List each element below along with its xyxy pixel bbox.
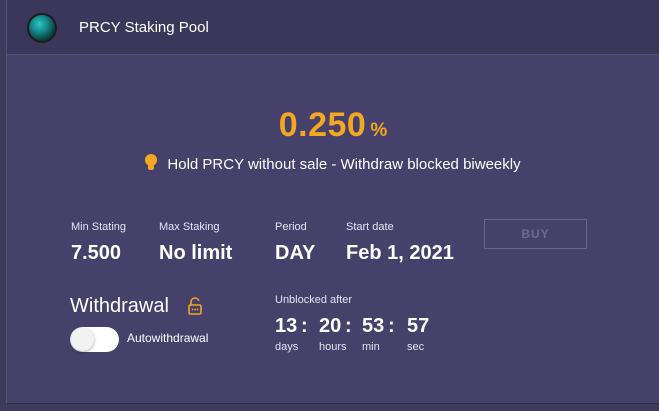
start-date-value: Feb 1, 2021 [346,242,454,264]
countdown-min-unit: min [362,341,380,353]
countdown-separator: : [345,315,352,337]
countdown-sec: 57 [407,315,430,337]
buy-button[interactable]: BUY [484,219,587,249]
max-staking-label: Max Staking [159,221,220,233]
pool-notice-text: Hold PRCY without sale - Withdraw blocke… [167,156,521,173]
autowithdrawal-label: Autowithdrawal [127,331,209,345]
min-staking-label: Min Stating [71,221,127,233]
max-staking-value: No limit [159,242,233,264]
autowithdrawal-toggle[interactable] [70,327,119,352]
countdown-separator: : [388,315,395,337]
period-label: Period [275,221,307,233]
countdown-hours: 20 [319,315,342,337]
pool-notice: Hold PRCY without sale - Withdraw blocke… [7,154,659,173]
countdown-separator: : [301,315,308,337]
reward-rate: 0.250% [7,106,659,145]
reward-rate-value: 0.250 [278,106,367,144]
reward-rate-unit: % [370,120,388,141]
lightbulb-icon [145,154,158,172]
unblocked-after-label: Unblocked after [275,294,353,306]
start-date-label: Start date [346,221,394,233]
withdrawal-title: Withdrawal [70,295,169,317]
prcy-logo-icon [29,15,55,41]
staking-pool-card: PRCY Staking Pool 0.250% Hold PRCY witho… [6,0,659,404]
min-staking-value: 7.500 [71,242,122,264]
unlock-icon [188,297,202,315]
countdown-sec-unit: sec [407,341,425,353]
pool-title: PRCY Staking Pool [79,19,209,36]
toggle-knob [71,328,94,351]
countdown-days-unit: days [275,341,299,353]
countdown-min: 53 [362,315,385,337]
countdown-days: 13 [275,315,298,337]
period-value: DAY [275,242,316,264]
card-header: PRCY Staking Pool [7,0,659,55]
countdown-hours-unit: hours [319,341,347,353]
